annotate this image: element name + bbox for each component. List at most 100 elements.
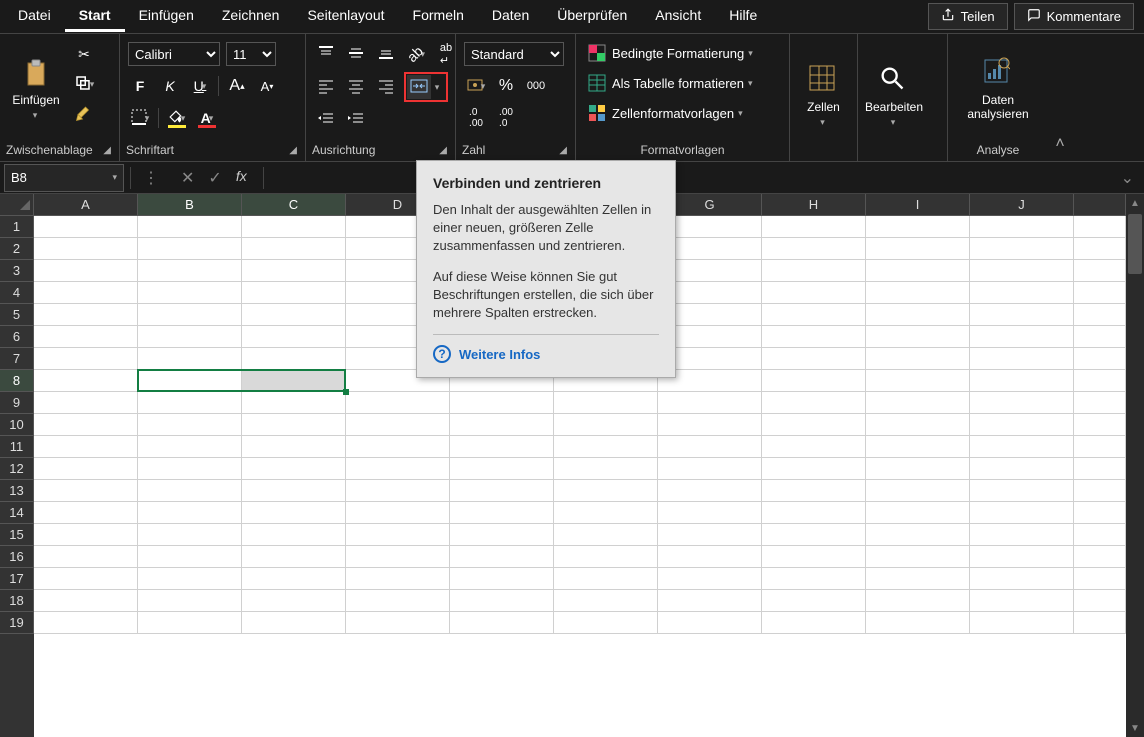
cell[interactable] (554, 502, 658, 524)
fill-handle[interactable] (343, 389, 349, 395)
cell[interactable] (554, 414, 658, 436)
share-button[interactable]: Teilen (928, 3, 1008, 30)
cell[interactable] (554, 568, 658, 590)
merge-center-dropdown[interactable]: ▾ (431, 75, 445, 99)
cell[interactable] (658, 392, 762, 414)
dialog-launcher-icon[interactable]: ◢ (559, 145, 569, 156)
cell[interactable] (34, 480, 138, 502)
cell[interactable] (450, 392, 554, 414)
tab-daten[interactable]: Daten (478, 1, 543, 32)
cell[interactable] (866, 546, 970, 568)
scroll-up-button[interactable]: ▲ (1126, 194, 1144, 212)
cell[interactable] (450, 546, 554, 568)
cell[interactable] (242, 370, 346, 392)
cell[interactable] (34, 238, 138, 260)
cell[interactable] (34, 392, 138, 414)
cell[interactable] (346, 436, 450, 458)
scroll-down-button[interactable]: ▼ (1126, 719, 1144, 737)
cell[interactable] (658, 568, 762, 590)
cell[interactable] (970, 304, 1074, 326)
cell[interactable] (762, 458, 866, 480)
cell[interactable] (866, 524, 970, 546)
cell[interactable] (866, 238, 970, 260)
analyze-data-button[interactable]: Datenanalysieren (954, 38, 1042, 140)
cell[interactable] (554, 590, 658, 612)
column-header[interactable]: A (34, 194, 138, 216)
tab-start[interactable]: Start (65, 1, 125, 32)
cell[interactable] (34, 326, 138, 348)
cell[interactable] (554, 546, 658, 568)
cell[interactable] (34, 414, 138, 436)
cell[interactable] (866, 590, 970, 612)
cell[interactable] (762, 546, 866, 568)
row-header[interactable]: 5 (0, 304, 34, 326)
cell[interactable] (970, 260, 1074, 282)
cell[interactable] (970, 458, 1074, 480)
fill-color-button[interactable]: ▾ (165, 106, 189, 130)
cell[interactable] (242, 216, 346, 238)
paste-button[interactable]: Einfügen▾ (6, 38, 66, 140)
grow-font-button[interactable]: A▴ (225, 74, 249, 98)
cell[interactable] (346, 612, 450, 634)
cancel-formula-button[interactable]: ✕ (181, 168, 194, 188)
cell[interactable] (762, 502, 866, 524)
cell[interactable] (658, 458, 762, 480)
cell[interactable] (658, 590, 762, 612)
cell-styles-button[interactable]: Zellenformatvorlagen ▾ (584, 102, 757, 124)
cell[interactable] (450, 480, 554, 502)
cell[interactable] (866, 370, 970, 392)
collapse-ribbon-button[interactable]: ˄ (1048, 34, 1072, 161)
row-header[interactable]: 12 (0, 458, 34, 480)
conditional-formatting-button[interactable]: Bedingte Formatierung ▾ (584, 42, 757, 64)
cell[interactable] (762, 282, 866, 304)
cell[interactable] (346, 502, 450, 524)
cell[interactable] (138, 546, 242, 568)
cell[interactable] (242, 238, 346, 260)
cell[interactable] (34, 436, 138, 458)
font-name-select[interactable]: Calibri (128, 42, 220, 66)
cell[interactable] (242, 348, 346, 370)
cell[interactable] (346, 568, 450, 590)
tab-seitenlayout[interactable]: Seitenlayout (293, 1, 398, 32)
cell[interactable] (762, 348, 866, 370)
vertical-scrollbar[interactable]: ▲ ▼ (1126, 194, 1144, 737)
row-header[interactable]: 4 (0, 282, 34, 304)
cell[interactable] (970, 370, 1074, 392)
align-right-button[interactable] (374, 75, 398, 99)
cell[interactable] (866, 436, 970, 458)
column-header[interactable]: B (138, 194, 242, 216)
cell[interactable] (34, 304, 138, 326)
cell[interactable] (450, 502, 554, 524)
cell[interactable] (450, 524, 554, 546)
cell[interactable] (970, 436, 1074, 458)
cell[interactable] (658, 612, 762, 634)
cell[interactable] (658, 546, 762, 568)
row-header[interactable]: 10 (0, 414, 34, 436)
format-as-table-button[interactable]: Als Tabelle formatieren ▾ (584, 72, 757, 94)
cell[interactable] (970, 238, 1074, 260)
column-header[interactable]: H (762, 194, 866, 216)
cell[interactable] (34, 260, 138, 282)
cell[interactable] (34, 568, 138, 590)
editing-button[interactable]: Bearbeiten▾ (864, 38, 924, 154)
cell[interactable] (970, 546, 1074, 568)
align-left-button[interactable] (314, 75, 338, 99)
fx-button[interactable]: fx (236, 168, 247, 188)
cell[interactable] (346, 480, 450, 502)
row-header[interactable]: 7 (0, 348, 34, 370)
cell[interactable] (970, 502, 1074, 524)
cell[interactable] (866, 260, 970, 282)
comma-button[interactable]: 000 (524, 74, 548, 98)
comments-button[interactable]: Kommentare (1014, 3, 1134, 30)
number-format-select[interactable]: Standard (464, 42, 564, 66)
cell[interactable] (970, 392, 1074, 414)
cell[interactable] (970, 348, 1074, 370)
row-header[interactable]: 9 (0, 392, 34, 414)
cell[interactable] (658, 436, 762, 458)
cell[interactable] (242, 612, 346, 634)
cell[interactable] (138, 304, 242, 326)
dialog-launcher-icon[interactable]: ◢ (439, 145, 449, 156)
merge-center-button[interactable] (407, 75, 431, 99)
cell[interactable] (138, 524, 242, 546)
cell[interactable] (762, 568, 866, 590)
